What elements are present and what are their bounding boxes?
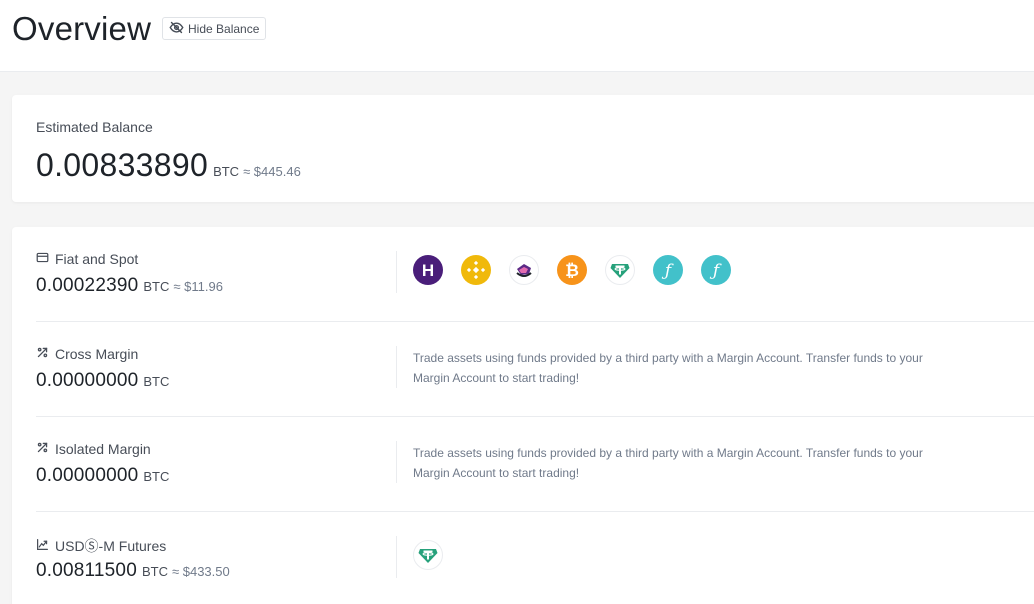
bnb-coin-icon[interactable]	[461, 255, 491, 285]
filecoin-coin-icon[interactable]: ƒ	[653, 255, 683, 285]
account-balance: 0.00022390 BTC ≈ $11.96	[36, 275, 223, 297]
account-name-label: Isolated Margin	[55, 441, 151, 457]
account-row-cross-margin[interactable]: Cross Margin 0.00000000 BTC Trade assets…	[36, 322, 1034, 417]
account-amount: 0.00022390	[36, 275, 139, 296]
margin-icon	[36, 346, 49, 362]
coin-list	[413, 540, 443, 570]
account-name: Isolated Margin	[36, 441, 151, 457]
page-header: Overview Hide Balance	[0, 0, 1034, 72]
token-coin-icon[interactable]	[509, 255, 539, 285]
account-unit: BTC	[143, 469, 170, 484]
account-row-usdm-futures[interactable]: USDⓈ-M Futures 0.00811500 BTC ≈ $433.50	[36, 512, 1034, 604]
account-fiat: ≈ $433.50	[171, 564, 230, 579]
page-title: Overview	[12, 10, 152, 47]
estimated-balance-amount: 0.00833890	[36, 147, 209, 183]
accounts-card: Fiat and Spot 0.00022390 BTC ≈ $11.96 H …	[12, 227, 1034, 604]
tether-coin-icon[interactable]	[605, 255, 635, 285]
account-unit: BTC	[143, 374, 170, 389]
account-amount: 0.00000000	[36, 465, 139, 486]
account-balance: 0.00811500 BTC ≈ $433.50	[36, 560, 230, 582]
divider	[396, 536, 397, 578]
hide-balance-label: Hide Balance	[188, 21, 260, 36]
svg-text:H: H	[422, 261, 434, 280]
estimated-balance-row: 0.00833890 BTC ≈ $445.46	[36, 147, 301, 184]
eye-off-icon	[169, 20, 184, 38]
estimated-balance-unit: BTC	[213, 164, 240, 179]
divider	[396, 441, 397, 483]
divider	[396, 346, 397, 388]
account-name: Cross Margin	[36, 346, 138, 362]
estimated-balance-label: Estimated Balance	[36, 119, 153, 135]
coin-list: H ₿ ƒ ƒ	[413, 255, 731, 285]
account-name-label: Fiat and Spot	[55, 251, 139, 267]
svg-text:₿: ₿	[565, 261, 579, 280]
account-name-label: Cross Margin	[55, 346, 139, 362]
hide-balance-button[interactable]: Hide Balance	[162, 17, 267, 40]
tether-coin-icon[interactable]	[413, 540, 443, 570]
account-amount: 0.00000000	[36, 370, 139, 391]
account-balance: 0.00000000 BTC	[36, 370, 169, 392]
account-fiat: ≈ $11.96	[173, 279, 223, 294]
account-name: Fiat and Spot	[36, 251, 138, 267]
account-amount: 0.00811500	[36, 560, 137, 581]
margin-icon	[36, 441, 49, 457]
divider	[396, 251, 397, 293]
hive-coin-icon[interactable]: H	[413, 255, 443, 285]
account-description: Trade assets using funds provided by a t…	[413, 351, 923, 385]
estimated-balance-card: Estimated Balance 0.00833890 BTC ≈ $445.…	[12, 95, 1034, 202]
account-unit: BTC	[143, 279, 170, 294]
account-name: USDⓈ-M Futures	[36, 536, 166, 556]
account-row-isolated-margin[interactable]: Isolated Margin 0.00000000 BTC Trade ass…	[36, 417, 1034, 512]
account-unit: BTC	[141, 564, 168, 579]
bitcoin-coin-icon[interactable]: ₿	[557, 255, 587, 285]
filecoin-coin-icon[interactable]: ƒ	[701, 255, 731, 285]
futures-icon	[36, 538, 49, 554]
wallet-icon	[36, 251, 49, 267]
estimated-balance-fiat: ≈ $445.46	[243, 164, 301, 179]
account-row-fiat-spot[interactable]: Fiat and Spot 0.00022390 BTC ≈ $11.96 H …	[36, 227, 1034, 322]
account-description: Trade assets using funds provided by a t…	[413, 446, 923, 480]
account-name-label: USDⓈ-M Futures	[55, 538, 167, 554]
account-balance: 0.00000000 BTC	[36, 465, 169, 487]
